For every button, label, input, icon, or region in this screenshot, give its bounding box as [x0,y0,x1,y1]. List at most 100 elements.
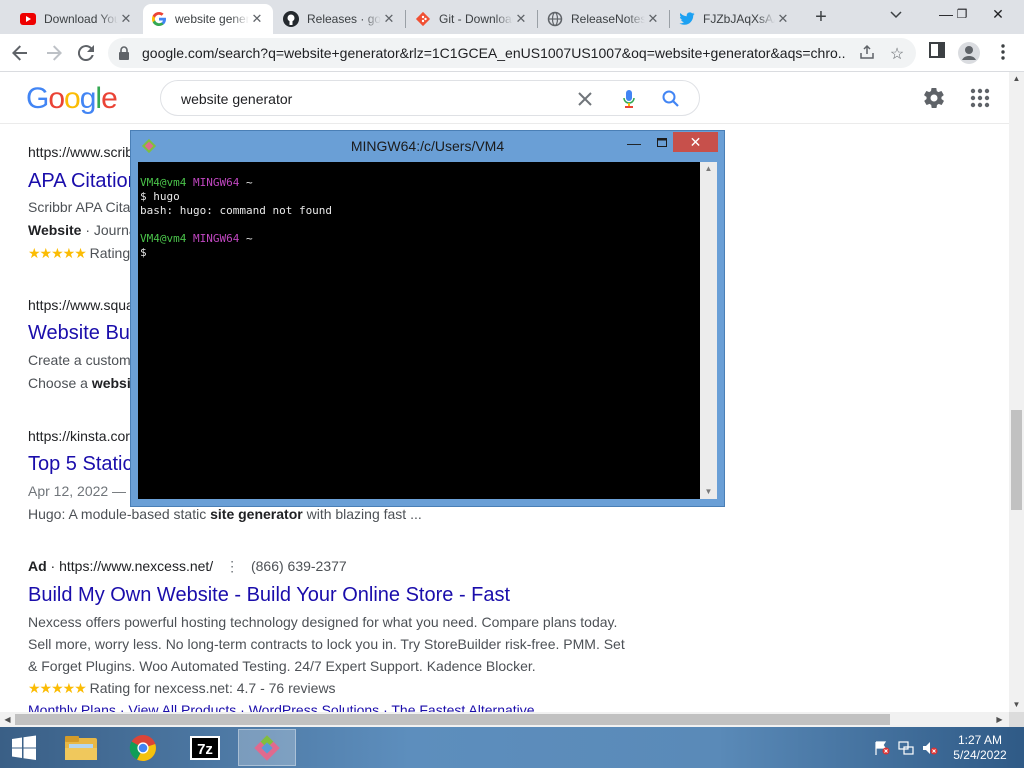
tab-twitter-image[interactable]: FJZbJAqXsAAO ✕ [671,4,799,34]
tab-download-youtube[interactable]: Download YouTube ✕ [12,4,142,34]
minimize-icon[interactable]: — [621,135,647,155]
terminal-output[interactable]: VM4@vm4 MINGW64 ~ $ hugo bash: hugo: com… [138,162,700,499]
side-panel-icon[interactable] [926,42,948,64]
scroll-down-arrow-icon[interactable]: ▼ [700,485,717,499]
maximize-icon[interactable] [649,134,675,154]
globe-icon [547,11,563,27]
ad-sitelinks[interactable]: Monthly Plans · View All Products · Word… [28,702,535,712]
tab-git-downloads[interactable]: Git - Downloads ✕ [407,4,537,34]
back-arrow-icon[interactable] [8,41,32,65]
prompt-user: VM4@vm4 [140,232,187,245]
scroll-down-arrow-icon[interactable]: ▼ [1009,698,1024,712]
search-input[interactable] [181,89,561,109]
prompt-user: VM4@vm4 [140,176,187,189]
tab-releases-hugo[interactable]: Releases · gohugoio ✕ [275,4,405,34]
tab-label: ReleaseNotes [571,12,645,26]
prompt-path: ~ [245,176,253,189]
taskbar: 7z 1:27 AM 5/24/2022 [0,727,1024,768]
taskbar-7zip[interactable]: 7z [176,729,234,766]
forward-arrow-icon[interactable] [42,41,66,65]
lock-icon[interactable] [118,46,130,65]
result-rating: ★★★★★ Rating [28,245,131,261]
scroll-left-arrow-icon[interactable]: ◀ [0,712,15,727]
new-tab-button[interactable]: + [810,6,832,28]
taskbar-git-bash[interactable] [238,729,296,766]
horizontal-scrollbar[interactable]: ◀ ▶ [0,712,1009,727]
url-text[interactable]: google.com/search?q=website+generator&rl… [142,45,846,61]
scrollbar-thumb[interactable] [15,714,890,725]
git-bash-icon [254,734,280,761]
result-title[interactable]: APA Citation [28,170,139,193]
tab-label: Download YouTube [44,12,118,26]
address-bar[interactable]: google.com/search?q=website+generator&rl… [108,38,916,68]
close-icon[interactable]: ✕ [775,11,791,27]
bookmark-star-icon[interactable]: ☆ [888,44,906,63]
tab-label: website generator [175,12,249,26]
profile-avatar-icon[interactable] [958,42,980,64]
taskbar-chrome[interactable] [114,729,172,766]
restore-icon[interactable]: ❐ [948,2,976,26]
reload-icon[interactable] [74,41,98,65]
ad-snippet: Nexcess offers powerful hosting technolo… [28,614,618,630]
action-center-flag-icon[interactable] [874,741,890,755]
terminal-window[interactable]: MINGW64:/c/Users/VM4 — ✕ VM4@vm4 MINGW64… [130,130,725,507]
start-button[interactable] [2,729,46,766]
close-icon[interactable]: ✕ [118,11,134,27]
ad-url[interactable]: · https://www.nexcess.net/ [47,558,214,574]
tab-label: FJZbJAqXsAAO [703,12,775,26]
tab-strip: Download YouTube ✕ website generator ✕ R… [0,0,1024,34]
close-icon[interactable]: ✕ [513,11,529,27]
clear-search-icon[interactable] [575,89,595,109]
result-snippet: Create a custom [28,352,131,368]
vertical-scrollbar[interactable]: ▲ ▼ [1009,72,1024,712]
ad-snippet: & Forget Plugins. Woo Automated Testing.… [28,658,536,674]
tab-search-chevron-icon[interactable] [890,8,902,22]
github-icon [283,11,299,27]
result-url[interactable]: https://kinsta.cor [28,428,130,444]
tab-label: Git - Downloads [439,12,513,26]
window-close-icon[interactable]: ✕ [984,2,1012,26]
youtube-icon [20,11,36,27]
result-title[interactable]: Top 5 Static [28,453,133,476]
result-url[interactable]: https://www.scrib [28,144,133,160]
7zip-icon: 7z [190,735,220,760]
ad-snippet: Sell more, worry less. No long-term cont… [28,636,625,652]
close-icon[interactable]: ✕ [673,132,718,152]
ad-phone[interactable]: (866) 639-2377 [251,558,347,574]
close-icon[interactable]: ✕ [249,11,265,27]
google-logo[interactable]: Google [26,82,118,116]
tab-label: Releases · gohugoio [307,12,381,26]
result-url[interactable]: https://www.squa [28,297,134,313]
volume-muted-icon[interactable] [922,741,938,755]
search-icon[interactable] [661,89,681,109]
tab-release-notes[interactable]: ReleaseNotes ✕ [539,4,669,34]
close-icon[interactable]: ✕ [645,11,661,27]
scroll-right-arrow-icon[interactable]: ▶ [992,712,1007,727]
share-icon[interactable] [858,44,876,62]
close-icon[interactable]: ✕ [381,11,397,27]
browser-toolbar: google.com/search?q=website+generator&rl… [0,34,1024,72]
tab-website-generator[interactable]: website generator ✕ [143,4,273,34]
settings-gear-icon[interactable] [922,86,946,110]
microphone-icon[interactable] [619,89,639,109]
svg-text:7z: 7z [197,741,213,758]
result-snippet: Choose a websi [28,375,131,391]
prompt-dollar: $ [140,246,147,259]
scroll-up-arrow-icon[interactable]: ▲ [1009,72,1024,86]
result-title[interactable]: Website Bu [28,322,130,345]
terminal-titlebar[interactable]: MINGW64:/c/Users/VM4 — ✕ [131,131,724,161]
ad-rating: ★★★★★ Rating for nexcess.net: 4.7 - 76 r… [28,680,336,696]
ad-title[interactable]: Build My Own Website - Build Your Online… [28,584,510,607]
scrollbar-thumb[interactable] [1011,410,1022,510]
system-clock[interactable]: 1:27 AM 5/24/2022 [950,733,1010,763]
more-options-icon[interactable]: ⋮ [217,555,247,577]
scroll-up-arrow-icon[interactable]: ▲ [700,162,717,176]
tab-separator [405,10,406,28]
kebab-menu-icon[interactable] [992,42,1014,64]
network-icon[interactable] [898,741,914,755]
command-line: $ hugo [140,190,180,203]
taskbar-file-explorer[interactable] [52,729,110,766]
terminal-scrollbar[interactable]: ▲ ▼ [700,162,717,499]
search-box[interactable] [160,80,700,116]
apps-grid-icon[interactable] [970,86,994,110]
